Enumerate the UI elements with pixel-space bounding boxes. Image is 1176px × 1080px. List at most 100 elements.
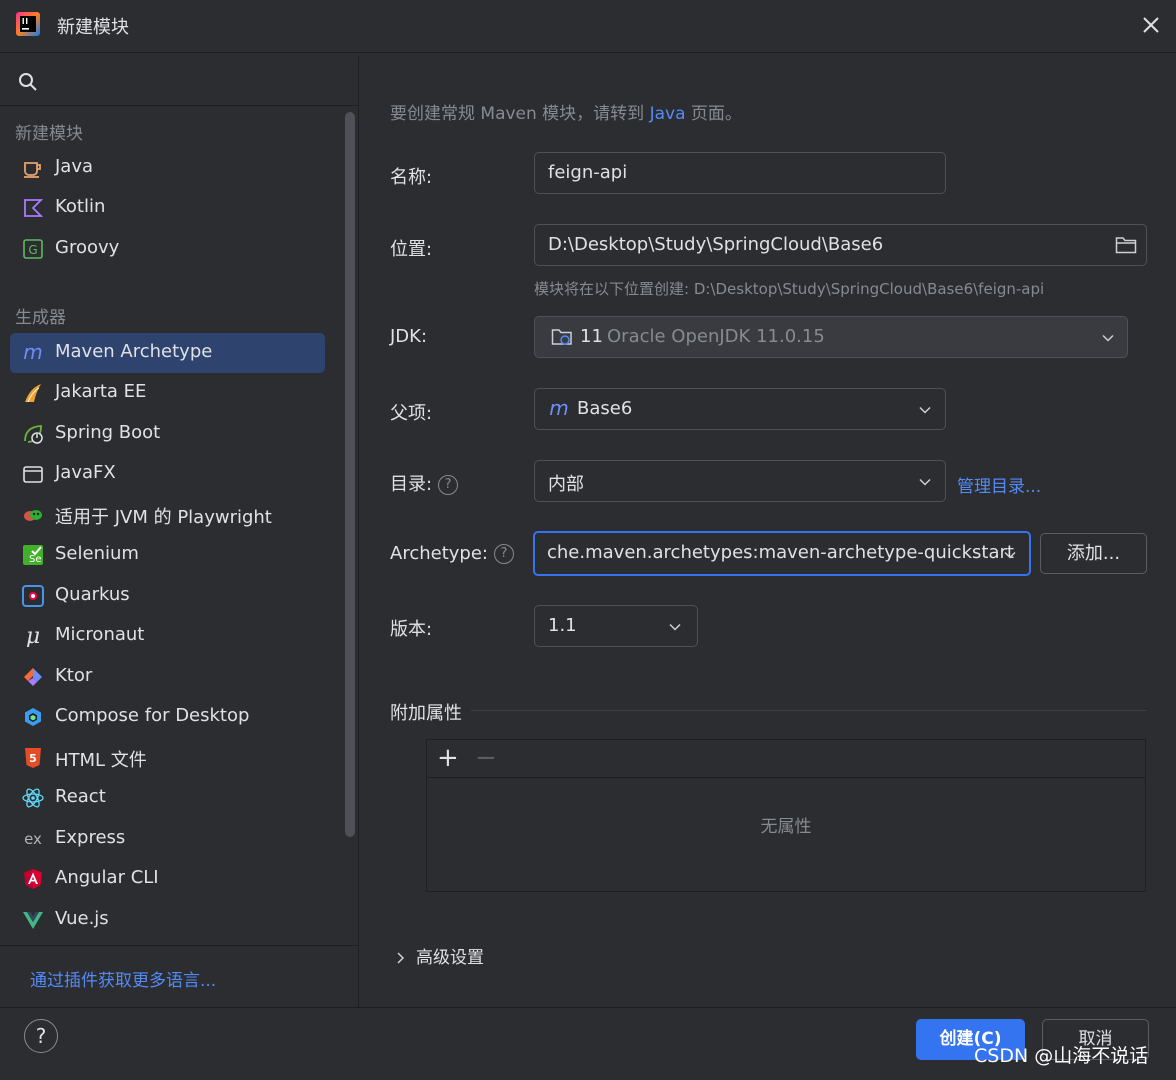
folder-icon[interactable] [1115, 235, 1137, 255]
sidebar-item-label: Selenium [55, 543, 139, 564]
section-generators: 生成器 [15, 308, 66, 328]
sidebar: 新建模块 Java Kotlin G Groovy 生成器 m Maven Ar… [0, 57, 359, 1007]
svg-text:μ: μ [26, 625, 40, 647]
sidebar-footer: 通过插件获取更多语言... [0, 945, 358, 1008]
sidebar-item-groovy[interactable]: G Groovy [10, 229, 325, 269]
location-value: D:\Desktop\Study\SpringCloud\Base6 [548, 234, 884, 255]
vue-icon [22, 909, 44, 931]
window-title: 新建模块 [57, 17, 129, 38]
sidebar-item-express[interactable]: ex Express [10, 819, 325, 859]
sidebar-item-quarkus[interactable]: Quarkus [10, 576, 325, 616]
sidebar-item-jakarta-ee[interactable]: Jakarta EE [10, 373, 325, 413]
ktor-icon [22, 666, 44, 688]
sidebar-item-kotlin[interactable]: Kotlin [10, 188, 325, 228]
name-input[interactable]: feign-api [534, 152, 946, 194]
sidebar-item-label: HTML 文件 [55, 750, 147, 771]
archetype-label-text: Archetype: [390, 543, 488, 564]
close-icon[interactable] [1138, 12, 1164, 38]
sidebar-item-label: Quarkus [55, 584, 130, 605]
parent-value: Base6 [577, 398, 633, 419]
catalog-value: 内部 [548, 474, 584, 495]
additional-properties-title: 附加属性 [390, 703, 462, 724]
add-archetype-button[interactable]: 添加... [1040, 533, 1147, 574]
parent-select[interactable]: m Base6 [534, 388, 946, 430]
express-icon: ex [22, 828, 44, 850]
sidebar-item-label: Maven Archetype [55, 341, 213, 362]
spring-boot-icon [22, 423, 44, 445]
jdk-version: 11 [580, 326, 603, 347]
sidebar-item-label: Angular CLI [55, 867, 159, 888]
sidebar-item-label: Express [55, 827, 126, 848]
sidebar-item-maven-archetype[interactable]: m Maven Archetype [10, 333, 325, 373]
chevron-down-icon [1102, 334, 1114, 342]
jdk-label: JDK: [390, 326, 428, 347]
sidebar-search[interactable] [0, 57, 358, 106]
remove-property-icon: − [475, 743, 497, 773]
jdk-name: Oracle OpenJDK 11.0.15 [607, 326, 825, 347]
selenium-icon: Se [22, 544, 44, 566]
sidebar-item-label: Compose for Desktop [55, 705, 250, 726]
svg-text:m: m [23, 342, 42, 364]
sidebar-scrollbar[interactable] [345, 112, 355, 837]
java-icon [22, 157, 44, 179]
sidebar-item-compose-desktop[interactable]: Compose for Desktop [10, 697, 325, 737]
javafx-icon [22, 463, 44, 485]
sidebar-item-ktor[interactable]: Ktor [10, 657, 325, 697]
catalog-select[interactable]: 内部 [534, 460, 946, 502]
catalog-label-text: 目录: [390, 474, 433, 495]
jdk-select[interactable]: 11 Oracle OpenJDK 11.0.15 [534, 316, 1128, 358]
sidebar-item-label: Ktor [55, 665, 93, 686]
chevron-down-icon [669, 623, 681, 631]
archetype-label: Archetype:? [390, 543, 514, 564]
sidebar-item-label: Spring Boot [55, 422, 161, 443]
sidebar-item-playwright[interactable]: 适用于 JVM 的 Playwright [10, 495, 325, 535]
chevron-right-icon [397, 952, 405, 964]
java-page-link[interactable]: Java [650, 104, 686, 124]
advanced-settings-toggle[interactable]: 高级设置 [396, 943, 484, 968]
jakarta-icon [22, 382, 44, 404]
version-label: 版本: [390, 619, 433, 640]
properties-toolbar: + − [427, 740, 1145, 778]
sidebar-item-selenium[interactable]: Se Selenium [10, 535, 325, 575]
sidebar-item-angular-cli[interactable]: Angular CLI [10, 859, 325, 899]
manage-catalogs-link[interactable]: 管理目录... [957, 472, 1041, 497]
search-icon[interactable] [18, 72, 38, 92]
sidebar-item-vuejs[interactable]: Vue.js [10, 900, 325, 940]
watermark-text: CSDN @山海不说话 [974, 1045, 1149, 1067]
help-question-icon[interactable]: ? [438, 475, 459, 495]
properties-table: + − 无属性 [426, 739, 1146, 892]
version-value: 1.1 [548, 615, 577, 636]
version-select[interactable]: 1.1 [534, 605, 698, 647]
sidebar-item-label: Kotlin [55, 196, 106, 217]
archetype-value: che.maven.archetypes:maven-archetype-qui… [547, 542, 1014, 563]
get-more-plugins-link[interactable]: 通过插件获取更多语言... [30, 966, 216, 991]
maven-hint: 要创建常规 Maven 模块，请转到 Java 页面。 [390, 99, 742, 124]
sidebar-item-javafx[interactable]: JavaFX [10, 454, 325, 494]
sidebar-item-html-file[interactable]: 5 HTML 文件 [10, 738, 325, 778]
sidebar-item-label: Vue.js [55, 908, 109, 929]
chevron-down-icon[interactable] [1003, 548, 1017, 562]
jdk-folder-icon [551, 329, 572, 345]
sidebar-item-label: Jakarta EE [55, 381, 147, 402]
name-label: 名称: [390, 167, 433, 188]
archetype-combobox[interactable]: che.maven.archetypes:maven-archetype-qui… [533, 531, 1031, 576]
sidebar-item-label: Groovy [55, 237, 120, 258]
playwright-icon [22, 504, 44, 526]
add-property-icon[interactable]: + [437, 745, 459, 771]
sidebar-item-label: 适用于 JVM 的 Playwright [55, 507, 272, 528]
sidebar-item-java[interactable]: Java [10, 148, 325, 188]
location-input[interactable]: D:\Desktop\Study\SpringCloud\Base6 [534, 224, 1147, 266]
location-hint: 模块将在以下位置创建: D:\Desktop\Study\SpringCloud… [534, 280, 1045, 298]
sidebar-item-micronaut[interactable]: μ Micronaut [10, 616, 325, 656]
sidebar-item-spring-boot[interactable]: Spring Boot [10, 414, 325, 454]
module-form: 要创建常规 Maven 模块，请转到 Java 页面。 名称: feign-ap… [359, 57, 1176, 1007]
svg-text:G: G [28, 243, 37, 257]
hint-text: 要创建常规 Maven 模块，请转到 [390, 104, 650, 124]
section-new-module: 新建模块 [15, 124, 83, 144]
help-button[interactable]: ? [24, 1019, 58, 1053]
angular-icon [22, 868, 44, 890]
sidebar-item-react[interactable]: React [10, 778, 325, 818]
sidebar-item-label: React [55, 786, 106, 807]
help-question-icon[interactable]: ? [493, 544, 514, 564]
micronaut-icon: μ [22, 625, 44, 647]
